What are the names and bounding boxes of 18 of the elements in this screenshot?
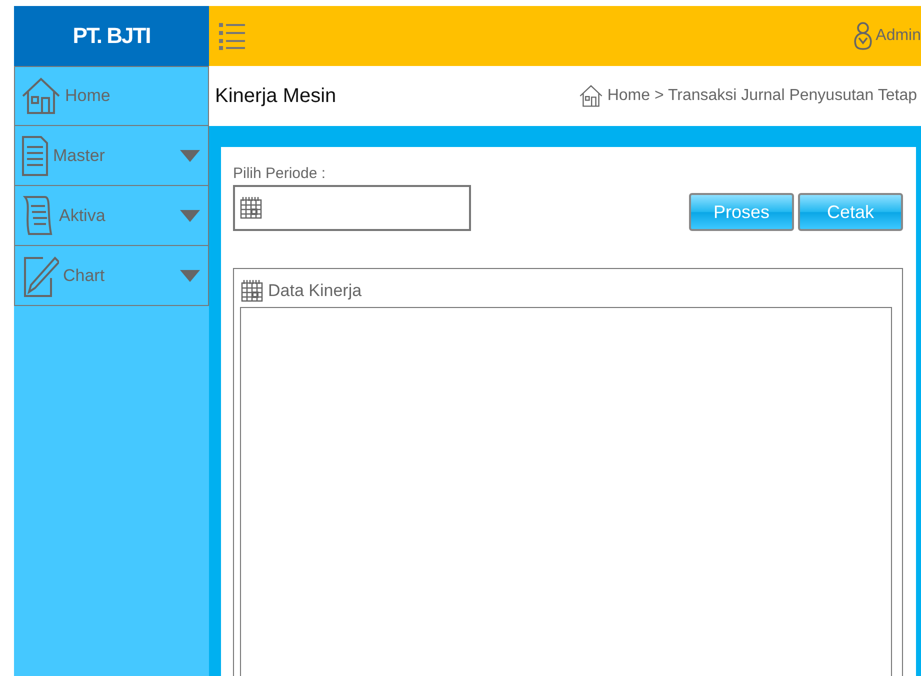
date-field[interactable] xyxy=(233,185,471,231)
user-name[interactable]: Admin xyxy=(876,27,921,45)
home-icon xyxy=(21,76,61,116)
page-title: Kinerja Mesin xyxy=(215,84,336,108)
menu-icon[interactable] xyxy=(219,22,245,50)
scroll-icon xyxy=(21,194,55,238)
panel-title: Data Kinerja xyxy=(268,281,362,301)
user-icon xyxy=(854,21,872,51)
sidebar-item[interactable]: Home xyxy=(14,66,209,126)
breadcrumb: Home > Transaksi Jurnal Penyusutan Tetap xyxy=(607,87,917,105)
calendar-icon xyxy=(239,196,263,220)
home-icon xyxy=(579,84,604,108)
action-button[interactable]: Proses xyxy=(689,193,794,231)
calendar-icon xyxy=(240,279,264,303)
action-button[interactable]: Cetak xyxy=(798,193,903,231)
document-icon xyxy=(21,134,49,176)
period-label: Pilih Periode : xyxy=(233,165,327,182)
brand-title: PT. BJTI xyxy=(14,6,209,66)
